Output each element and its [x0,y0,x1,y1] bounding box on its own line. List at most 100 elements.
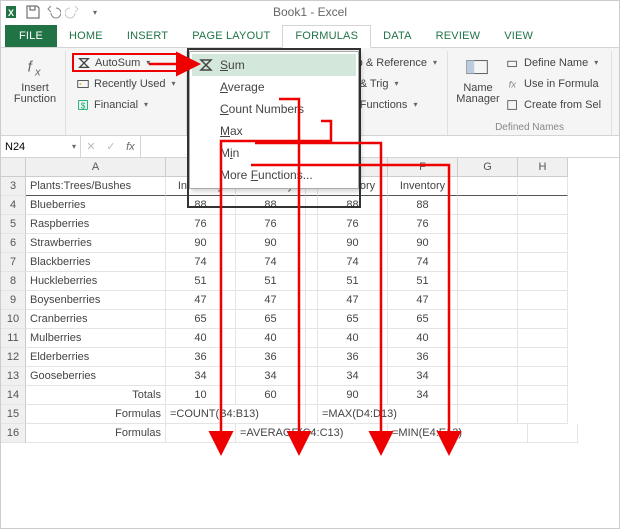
cell[interactable]: 76 [318,215,388,234]
cell[interactable]: 51 [318,272,388,291]
cell[interactable] [518,234,568,253]
cell[interactable]: 47 [318,291,388,310]
name-box-input[interactable] [5,141,70,153]
cell[interactable]: 40 [318,329,388,348]
fx-icon[interactable]: fx [126,141,135,153]
cell[interactable]: 76 [388,215,458,234]
row-header-5[interactable]: 5 [1,215,26,234]
cell[interactable] [166,424,236,443]
tab-view[interactable]: VIEW [492,26,545,47]
row-header-11[interactable]: 11 [1,329,26,348]
cell[interactable] [458,348,518,367]
row-header-10[interactable]: 10 [1,310,26,329]
cell[interactable]: Cranberries [26,310,166,329]
cell[interactable]: Mulberries [26,329,166,348]
cell[interactable]: Blackberries [26,253,166,272]
cell[interactable] [458,310,518,329]
col-header-h[interactable]: H [518,158,568,177]
row-header-16[interactable]: 16 [1,424,26,443]
tab-home[interactable]: HOME [57,26,115,47]
menu-item-min[interactable]: Min [192,142,356,164]
cell[interactable] [458,253,518,272]
cell[interactable]: 51 [236,272,306,291]
cell[interactable] [518,348,568,367]
cell[interactable]: 40 [388,329,458,348]
cell[interactable] [518,310,568,329]
cell[interactable]: Formulas [26,424,166,443]
cell[interactable] [306,234,318,253]
name-box[interactable]: ▾ [1,136,81,157]
row-header-12[interactable]: 12 [1,348,26,367]
redo-icon[interactable] [65,4,81,20]
financial-button[interactable]: $ Financial▾ [72,95,180,114]
cell[interactable]: 51 [166,272,236,291]
cell[interactable] [306,405,318,424]
cell[interactable]: 34 [166,367,236,386]
cell[interactable] [518,177,568,196]
autosum-button[interactable]: AutoSum▾ [72,53,180,72]
define-name-button[interactable]: Define Name▾ [502,53,605,72]
cell[interactable] [528,424,578,443]
cell[interactable]: 51 [388,272,458,291]
cell[interactable]: 36 [318,348,388,367]
cell[interactable]: 65 [388,310,458,329]
cell[interactable]: 40 [166,329,236,348]
cell[interactable]: 34 [388,386,458,405]
cell[interactable] [458,386,518,405]
menu-item-sum[interactable]: Sum [192,54,356,76]
cell[interactable]: 88 [388,196,458,215]
recently-used-button[interactable]: Recently Used▾ [72,74,180,93]
cell[interactable]: 47 [166,291,236,310]
cell[interactable] [518,405,568,424]
math-trig-button[interactable]: h & Trig▾ [347,74,441,93]
cell[interactable]: Boysenberries [26,291,166,310]
menu-item-average[interactable]: Average [192,76,356,98]
cell[interactable]: 36 [388,348,458,367]
tab-insert[interactable]: INSERT [115,26,180,47]
cell[interactable] [458,405,518,424]
row-header-13[interactable]: 13 [1,367,26,386]
cell[interactable] [458,367,518,386]
cell[interactable] [306,253,318,272]
cell[interactable] [458,291,518,310]
cell[interactable] [306,386,318,405]
cell[interactable]: 36 [236,348,306,367]
qat-customize-icon[interactable]: ▾ [87,4,103,20]
cell[interactable]: 34 [388,367,458,386]
tab-page-layout[interactable]: PAGE LAYOUT [180,26,282,47]
cell[interactable] [518,291,568,310]
cells-area[interactable]: Plants:Trees/BushesInventoryInventoryInv… [26,177,578,443]
cell[interactable] [518,272,568,291]
cell[interactable]: Totals [26,386,166,405]
tab-review[interactable]: REVIEW [424,26,493,47]
cell[interactable] [306,310,318,329]
cell[interactable]: 65 [318,310,388,329]
cell[interactable] [458,272,518,291]
cell[interactable] [518,196,568,215]
select-all-corner[interactable] [1,158,26,177]
cell[interactable]: 88 [236,196,306,215]
cell[interactable]: 65 [166,310,236,329]
cell[interactable] [458,329,518,348]
menu-item-max[interactable]: Max [192,120,356,142]
cell[interactable]: 90 [318,386,388,405]
cell[interactable]: 76 [236,215,306,234]
lookup-reference-button[interactable]: up & Reference▾ [347,53,441,72]
more-functions-button[interactable]: e Functions▾ [347,95,441,114]
cell[interactable]: 90 [166,234,236,253]
cell[interactable]: 60 [236,386,306,405]
cell[interactable]: Blueberries [26,196,166,215]
cell[interactable]: Formulas [26,405,166,424]
cell[interactable]: Strawberries [26,234,166,253]
menu-item-count[interactable]: Count Numbers [192,98,356,120]
cell[interactable]: 65 [236,310,306,329]
row-header-3[interactable]: 3 [1,177,26,196]
row-header-4[interactable]: 4 [1,196,26,215]
menu-item-more-functions[interactable]: More Functions... [192,164,356,186]
cell[interactable] [458,215,518,234]
cell[interactable] [306,291,318,310]
save-icon[interactable] [25,4,41,20]
row-header-14[interactable]: 14 [1,386,26,405]
cell[interactable]: =AVERAGE(C4:C13) [236,424,388,443]
cell[interactable] [458,196,518,215]
